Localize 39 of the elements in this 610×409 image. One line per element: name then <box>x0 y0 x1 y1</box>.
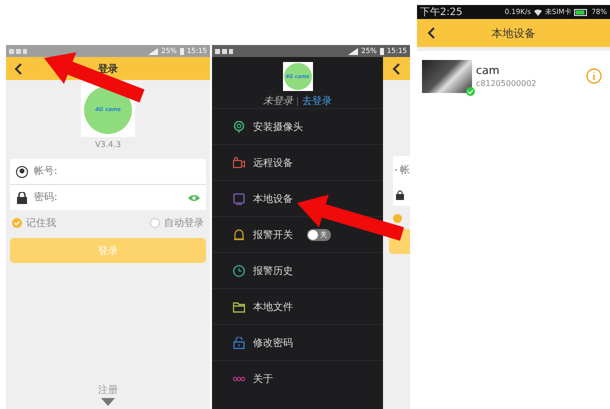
triangle-down-icon <box>101 398 115 406</box>
login-link[interactable]: 去登录 <box>302 94 332 108</box>
pin-icon <box>233 120 245 132</box>
info-icon[interactable] <box>586 68 602 84</box>
wifi-icon <box>534 8 542 16</box>
battery-icon <box>380 48 384 54</box>
screen-title: 登录 <box>98 62 118 76</box>
lock-icon <box>395 190 405 200</box>
screen-title: 本地设备 <box>492 26 536 40</box>
status-icons <box>215 48 235 54</box>
checked-circle-icon <box>393 214 402 223</box>
clock: 下午2:25 <box>420 6 462 19</box>
device-name: cam <box>476 64 501 77</box>
back-icon[interactable] <box>427 26 437 40</box>
monitor-icon <box>233 192 245 204</box>
option-label: 记住我 <box>26 216 56 230</box>
account-field[interactable]: 帐号: <box>34 166 164 177</box>
folder-icon <box>233 300 245 312</box>
padlock-icon <box>233 336 245 348</box>
option-label: 自动登录 <box>164 217 204 230</box>
checked-circle-icon[interactable] <box>12 218 22 228</box>
back-icon[interactable] <box>392 62 402 76</box>
back-icon[interactable] <box>14 62 24 76</box>
status-icons <box>9 48 29 54</box>
version-text: V3.4.3 <box>95 140 121 149</box>
video-camera-icon <box>233 156 245 168</box>
clock-icon <box>233 264 245 276</box>
login-status: 未登录 <box>263 94 293 108</box>
battery-icon <box>574 8 588 16</box>
battery-icon <box>180 48 184 54</box>
signal-icon <box>148 48 158 54</box>
device-id: c81205000002 <box>476 79 536 88</box>
bell-icon <box>233 228 245 240</box>
signal-icon <box>348 48 358 54</box>
unchecked-circle-icon[interactable] <box>150 218 160 228</box>
device-card[interactable]: cam c81205000002 <box>417 51 610 101</box>
lock-icon <box>16 192 28 204</box>
eye-icon[interactable] <box>188 194 200 202</box>
field-label: 帐 <box>400 164 410 176</box>
